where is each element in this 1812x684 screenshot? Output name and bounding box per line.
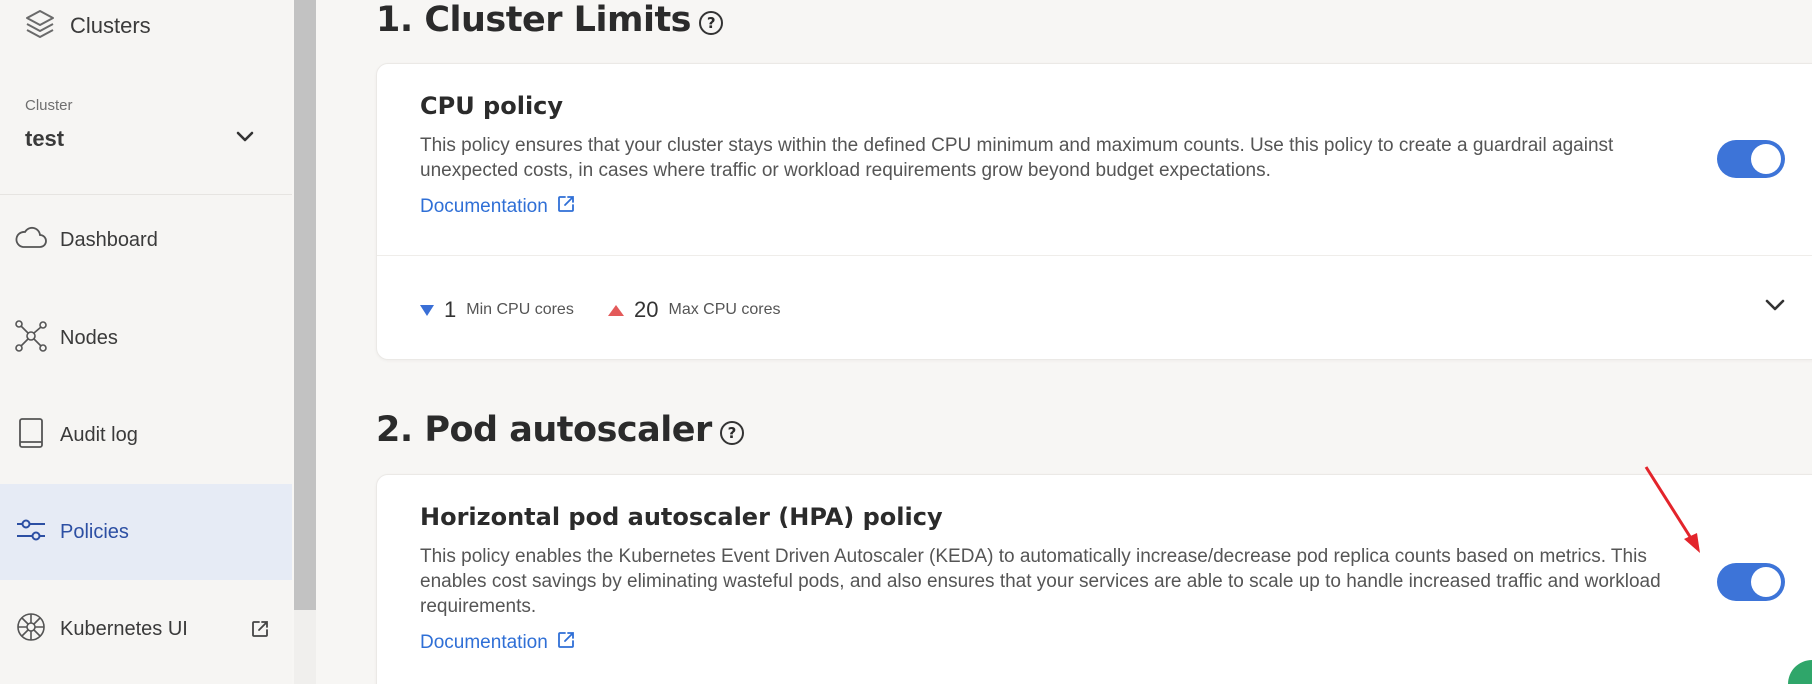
book-icon xyxy=(14,416,48,455)
min-cpu-label: Min CPU cores xyxy=(466,301,574,318)
documentation-link[interactable]: Documentation xyxy=(420,630,576,656)
section-title-pod-autoscaler: 2. Pod autoscaler ? xyxy=(376,410,744,450)
card-title: CPU policy xyxy=(420,92,564,120)
sliders-icon xyxy=(14,513,48,552)
cluster-selector-label: Cluster xyxy=(25,97,73,114)
sidebar-item-policies[interactable]: Policies xyxy=(0,484,292,580)
documentation-link-label: Documentation xyxy=(420,196,548,217)
cluster-dropdown[interactable]: test xyxy=(25,124,255,154)
documentation-link[interactable]: Documentation xyxy=(420,194,576,220)
sidebar-brand[interactable]: Clusters xyxy=(24,8,151,44)
sidebar-scrollbar-thumb[interactable] xyxy=(294,0,316,610)
sidebar-scrollbar[interactable] xyxy=(294,0,316,684)
hpa-policy-toggle[interactable] xyxy=(1717,563,1785,601)
question-circle-icon[interactable]: ? xyxy=(699,11,724,35)
cpu-policy-card: CPU policy This policy ensures that your… xyxy=(376,63,1812,360)
sidebar-item-label: Policies xyxy=(60,520,129,543)
section-title-cluster-limits: 1. Cluster Limits ? xyxy=(376,0,724,40)
toggle-knob xyxy=(1751,144,1781,174)
arrow-down-icon xyxy=(420,304,434,316)
hpa-policy-card: Horizontal pod autoscaler (HPA) policy T… xyxy=(376,474,1812,684)
toggle-knob xyxy=(1751,567,1781,597)
sidebar-item-nodes[interactable]: Nodes xyxy=(0,290,292,386)
external-link-icon xyxy=(556,194,576,220)
question-circle-icon[interactable]: ? xyxy=(719,421,744,445)
sidebar-item-dashboard[interactable]: Dashboard xyxy=(0,192,292,288)
card-divider xyxy=(377,255,1812,256)
section-title-text: 1. Cluster Limits xyxy=(376,0,692,40)
max-cpu-stat: 20 Max CPU cores xyxy=(608,297,781,323)
sidebar-item-label: Dashboard xyxy=(60,228,158,251)
cluster-selector: Cluster test xyxy=(0,80,292,195)
network-nodes-icon xyxy=(14,319,48,358)
card-title: Horizontal pod autoscaler (HPA) policy xyxy=(420,503,943,531)
max-cpu-label: Max CPU cores xyxy=(668,301,781,318)
chevron-down-icon xyxy=(235,130,255,149)
chevron-down-icon xyxy=(1765,299,1785,311)
cluster-selector-value: test xyxy=(25,126,65,151)
card-description: This policy ensures that your cluster st… xyxy=(420,135,1614,181)
card-description: This policy enables the Kubernetes Event… xyxy=(420,546,1661,617)
arrow-up-icon xyxy=(608,304,624,316)
main-content: 1. Cluster Limits ? CPU policy This poli… xyxy=(316,0,1812,684)
section-title-text: 2. Pod autoscaler xyxy=(376,410,712,450)
annotation-arrow xyxy=(1644,466,1700,553)
sidebar-item-label: Kubernetes UI xyxy=(60,617,188,640)
external-link-icon xyxy=(556,630,576,656)
cpu-policy-toggle[interactable] xyxy=(1717,140,1785,178)
kubernetes-helm-icon xyxy=(14,610,48,649)
sidebar-item-label: Audit log xyxy=(60,423,138,446)
sidebar-brand-label: Clusters xyxy=(70,13,151,38)
sidebar: Clusters Cluster test Dashboard Nodes Au… xyxy=(0,0,292,684)
expand-button[interactable] xyxy=(1764,298,1786,317)
min-cpu-value: 1 xyxy=(444,297,457,322)
external-link-icon xyxy=(250,619,270,644)
sidebar-item-kubernetes-ui[interactable]: Kubernetes UI xyxy=(0,581,292,677)
min-cpu-stat: 1 Min CPU cores xyxy=(420,297,574,323)
sidebar-item-audit-log[interactable]: Audit log xyxy=(0,387,292,483)
sidebar-item-label: Nodes xyxy=(60,326,118,349)
cloud-icon xyxy=(14,224,48,257)
layers-icon xyxy=(24,8,56,45)
documentation-link-label: Documentation xyxy=(420,632,548,653)
max-cpu-value: 20 xyxy=(634,297,659,322)
